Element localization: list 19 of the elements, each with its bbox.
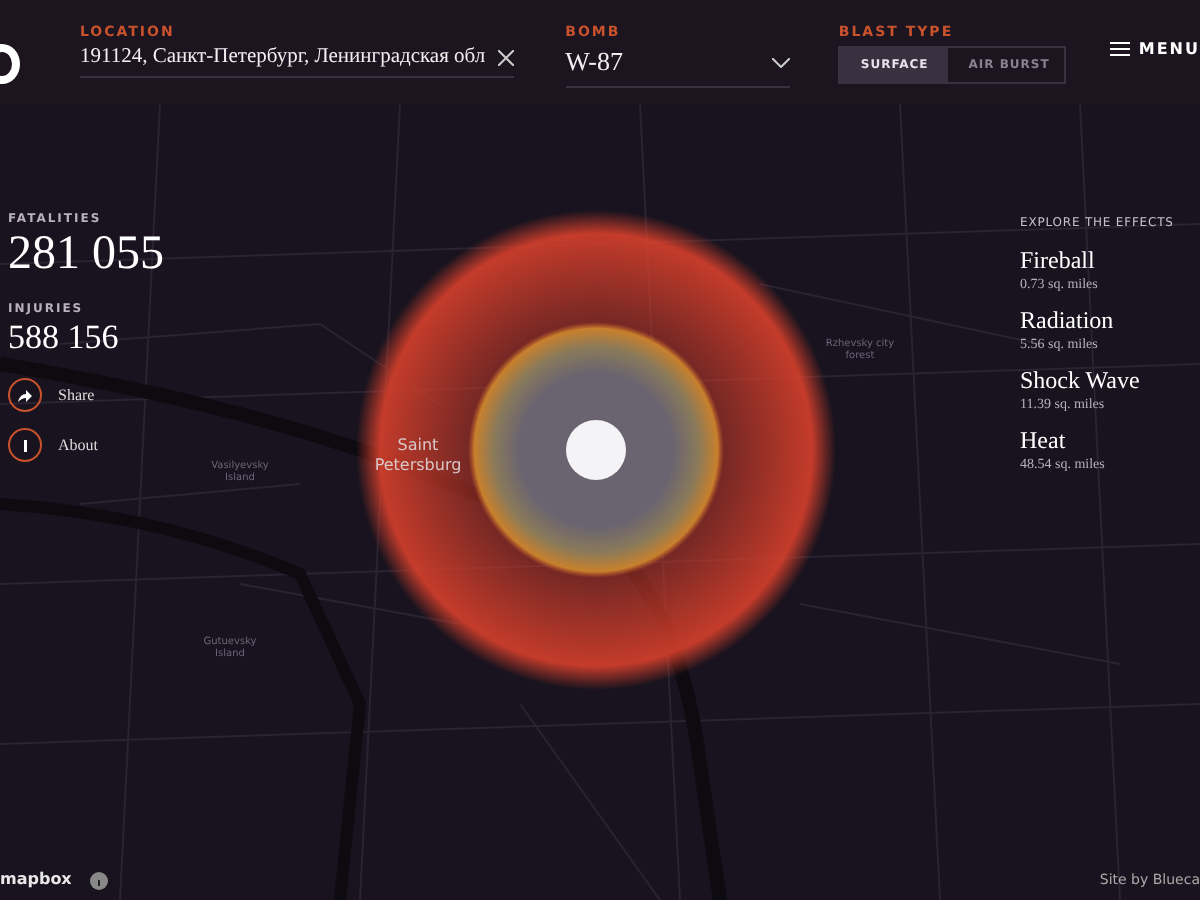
info-icon[interactable]: [90, 872, 108, 890]
stat-value: 281 055: [8, 230, 164, 278]
location-field[interactable]: 191124, Санкт-Петербург, Ленинградская обл: [79, 46, 514, 78]
about-button[interactable]: About: [8, 428, 164, 462]
close-icon[interactable]: [497, 49, 514, 65]
effect-link[interactable]: Heat: [1020, 426, 1174, 456]
menu-icon: [1110, 42, 1131, 56]
mapbox-attribution[interactable]: mapbox: [0, 870, 72, 888]
effect-link[interactable]: Fireball: [1020, 246, 1174, 276]
bomb-dropdown[interactable]: W-87: [565, 46, 791, 88]
chevron-icon: [772, 57, 791, 67]
stat-value: 588 156: [8, 320, 121, 354]
menu-button[interactable]: MENU: [1110, 40, 1200, 58]
map-place-label: Saint Petersburg: [372, 436, 464, 475]
share-icon: [8, 378, 42, 412]
info-icon: [8, 428, 42, 462]
effect-link[interactable]: Radiation: [1020, 306, 1174, 336]
effect-link[interactable]: Shock Wave: [1020, 366, 1174, 396]
share-button[interactable]: Share: [8, 378, 164, 412]
